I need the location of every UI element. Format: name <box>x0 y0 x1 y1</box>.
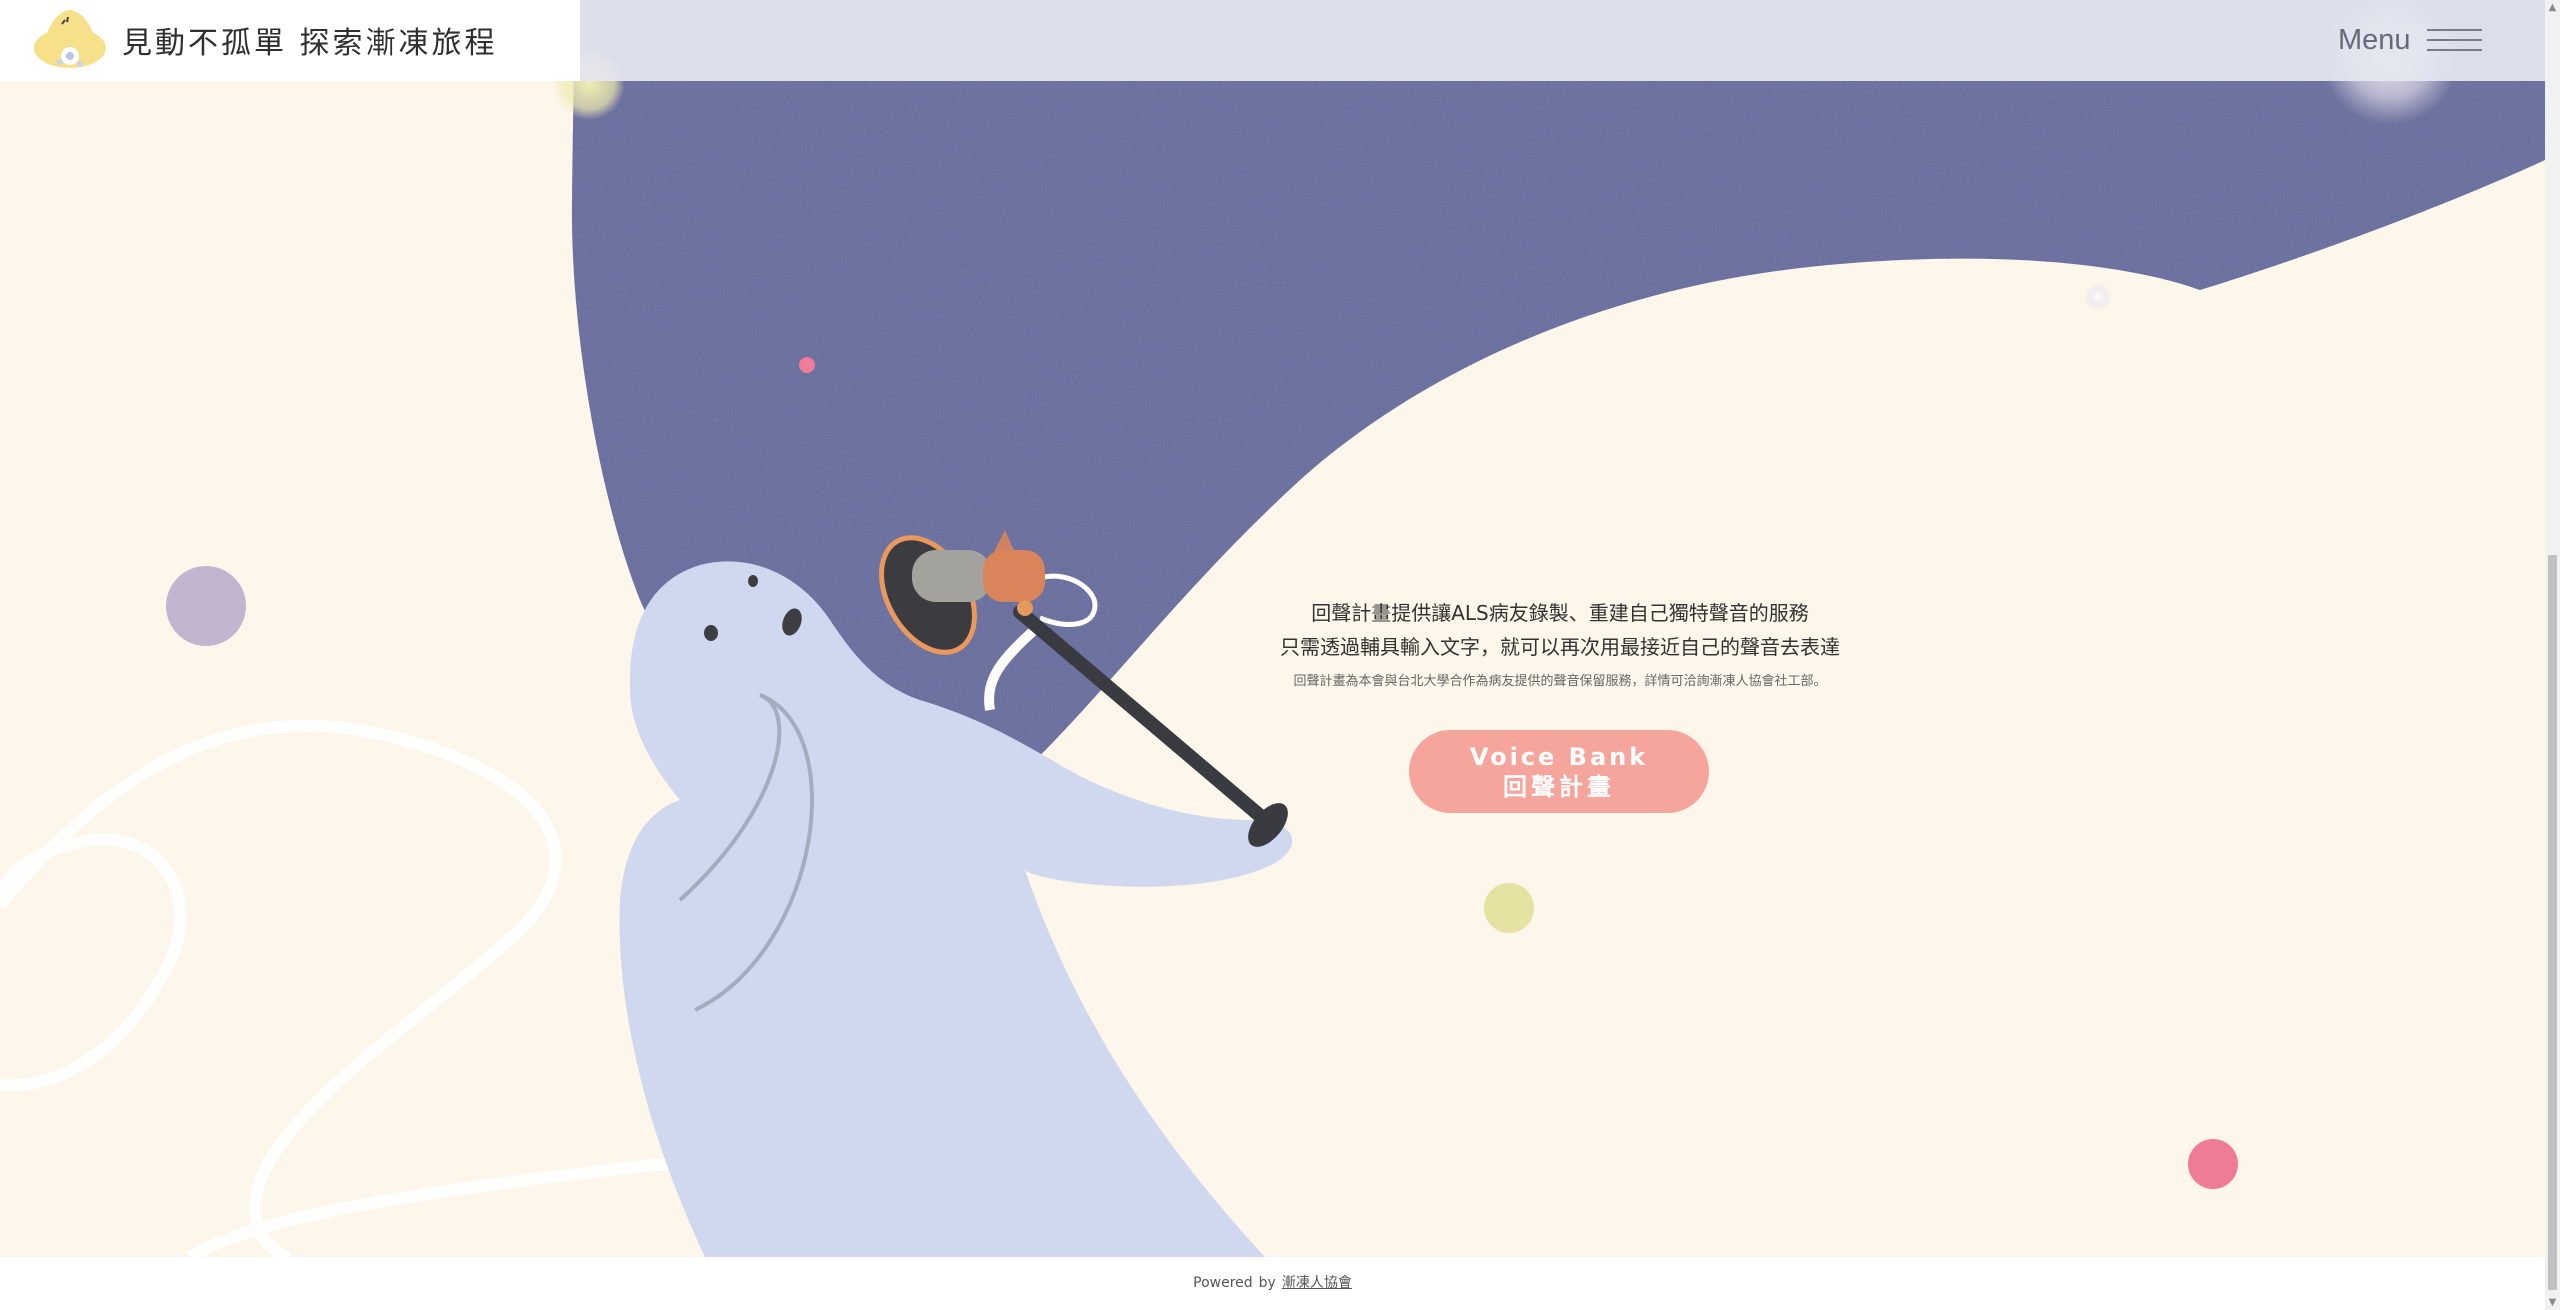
menu-button[interactable]: Menu <box>2338 18 2482 62</box>
footer-link[interactable]: 漸凍人協會 <box>1282 1275 1352 1291</box>
footer-by: by <box>1258 1275 1276 1291</box>
scrollbar-thumb[interactable] <box>2548 555 2557 1290</box>
voice-bank-button-en: Voice Bank <box>1469 743 1649 771</box>
footer: Powered by 漸凍人協會 <box>0 1257 2545 1310</box>
hamburger-icon <box>2426 27 2482 53</box>
logo-panel: 見動不孤單 探索漸凍旅程 <box>0 0 580 81</box>
scroll-down-arrow-icon[interactable]: ▼ <box>2545 1295 2560 1310</box>
ghost-eye-left <box>704 625 718 641</box>
voice-bank-intro: 回聲計畫提供讓ALS病友錄製、重建自己獨特聲音的服務 只需透過輔具輸入文字，就可… <box>1160 596 1960 689</box>
intro-line-2: 只需透過輔具輸入文字，就可以再次用最接近自己的聲音去表達 <box>1280 635 1840 659</box>
flower-bell-mascot-icon[interactable] <box>30 4 110 76</box>
ghost-eye-top <box>748 575 758 587</box>
small-glow-dot <box>2084 283 2112 311</box>
voice-bank-button[interactable]: Voice Bank 回聲計畫 <box>1409 730 1709 813</box>
intro-line-1: 回聲計畫提供讓ALS病友錄製、重建自己獨特聲音的服務 <box>1311 601 1809 625</box>
pink-dot-small <box>799 357 815 373</box>
scrollbar[interactable]: ▲ ▼ <box>2545 0 2560 1310</box>
footer-powered: Powered <box>1193 1275 1253 1291</box>
yellow-dot <box>1484 883 1534 933</box>
voice-bank-button-zh: 回聲計畫 <box>1503 773 1615 801</box>
intro-note: 回聲計畫為本會與台北大學合作為病友提供的聲音保留服務，詳情可洽詢漸凍人協會社工部… <box>1293 674 1827 689</box>
lavender-dot <box>166 566 246 646</box>
white-swirl-lines <box>0 719 701 1257</box>
menu-label: Menu <box>2338 23 2411 56</box>
site-tagline[interactable]: 見動不孤單 探索漸凍旅程 <box>122 18 498 62</box>
page: 見動不孤單 探索漸凍旅程 Menu 回聲計畫提供讓ALS病友錄製、重建自己獨特聲… <box>0 0 2560 1310</box>
scroll-up-arrow-icon[interactable]: ▲ <box>2545 0 2560 15</box>
pink-dot <box>2188 1139 2238 1189</box>
